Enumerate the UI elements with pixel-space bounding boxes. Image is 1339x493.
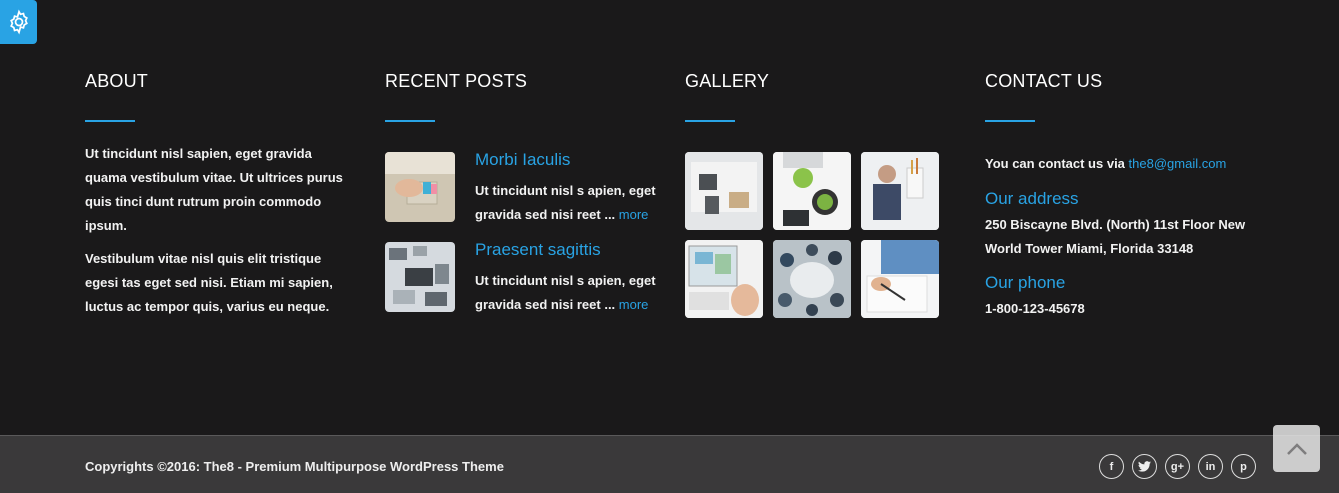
address-line: 250 Biscayne Blvd. (North) 11st Floor Ne… xyxy=(985,217,1246,232)
phone-heading: Our phone xyxy=(985,273,1066,292)
recent-post-item: Morbi Iaculis Ut tincidunt nisl s apien,… xyxy=(385,150,675,227)
contact-section: CONTACT US You can contact us via the8@g… xyxy=(985,70,1255,321)
back-to-top-button[interactable] xyxy=(1273,425,1320,472)
post-title-link[interactable]: Praesent sagittis xyxy=(475,240,601,260)
phone-text: 1-800-123-45678 xyxy=(985,301,1085,316)
title-underline xyxy=(985,120,1035,122)
gallery-image-writing[interactable] xyxy=(861,240,939,318)
about-section: ABOUT Ut tincidunt nisl sapien, eget gra… xyxy=(85,70,355,319)
about-title: ABOUT xyxy=(85,71,149,91)
gallery-image-laptop-apple[interactable] xyxy=(773,152,851,230)
post-excerpt: Ut tincidunt nisl s apien, eget gravida … xyxy=(475,179,665,227)
footer-bottom-bar: Copyrights ©2016: The8 - Premium Multipu… xyxy=(0,435,1339,493)
contact-title: CONTACT US xyxy=(985,71,1103,91)
gallery-image-meeting[interactable] xyxy=(773,240,851,318)
copyright-text: Copyrights ©2016: The8 - Premium Multipu… xyxy=(85,459,504,474)
twitter-icon[interactable] xyxy=(1132,454,1157,479)
about-paragraph: Vestibulum vitae nisl quis elit tristiqu… xyxy=(85,251,333,314)
title-underline xyxy=(385,120,435,122)
title-underline xyxy=(685,120,735,122)
recent-posts-section: RECENT POSTS Morbi Iaculis Ut tincidunt … xyxy=(385,70,656,312)
google-plus-icon[interactable]: g+ xyxy=(1165,454,1190,479)
gallery-title: GALLERY xyxy=(685,71,770,91)
pinterest-icon[interactable]: p xyxy=(1231,454,1256,479)
gallery-image-businessman[interactable] xyxy=(861,152,939,230)
gallery-image-office-desk[interactable] xyxy=(685,152,763,230)
read-more-link[interactable]: more xyxy=(619,207,649,222)
email-link[interactable]: the8@gmail.com xyxy=(1129,156,1227,171)
chevron-up-icon xyxy=(1286,442,1307,455)
gear-icon xyxy=(9,9,28,35)
address-heading: Our address xyxy=(985,189,1079,208)
facebook-icon[interactable]: f xyxy=(1099,454,1124,479)
address-text: 250 Biscayne Blvd. (North) 11st Floor Ne… xyxy=(985,213,1255,261)
title-underline xyxy=(85,120,135,122)
recent-posts-title: RECENT POSTS xyxy=(385,71,528,91)
gallery-image-monitor[interactable] xyxy=(685,240,763,318)
settings-button[interactable] xyxy=(0,0,37,44)
about-paragraph: Ut tincidunt nisl sapien, eget gravida q… xyxy=(85,146,343,233)
linkedin-icon[interactable]: in xyxy=(1198,454,1223,479)
contact-intro: You can contact us via the8@gmail.com xyxy=(985,156,1255,171)
address-line: World Tower Miami, Florida 33148 xyxy=(985,241,1194,256)
post-title-link[interactable]: Morbi Iaculis xyxy=(475,150,570,170)
post-thumbnail[interactable] xyxy=(385,152,455,222)
gallery-section: GALLERY xyxy=(685,70,955,318)
contact-intro-text: You can contact us via xyxy=(985,156,1125,171)
social-links: f g+ in p xyxy=(1099,454,1256,479)
read-more-link[interactable]: more xyxy=(619,297,649,312)
post-thumbnail[interactable] xyxy=(385,242,455,312)
post-excerpt: Ut tincidunt nisl s apien, eget gravida … xyxy=(475,269,665,317)
recent-post-item: Praesent sagittis Ut tincidunt nisl s ap… xyxy=(385,240,675,317)
